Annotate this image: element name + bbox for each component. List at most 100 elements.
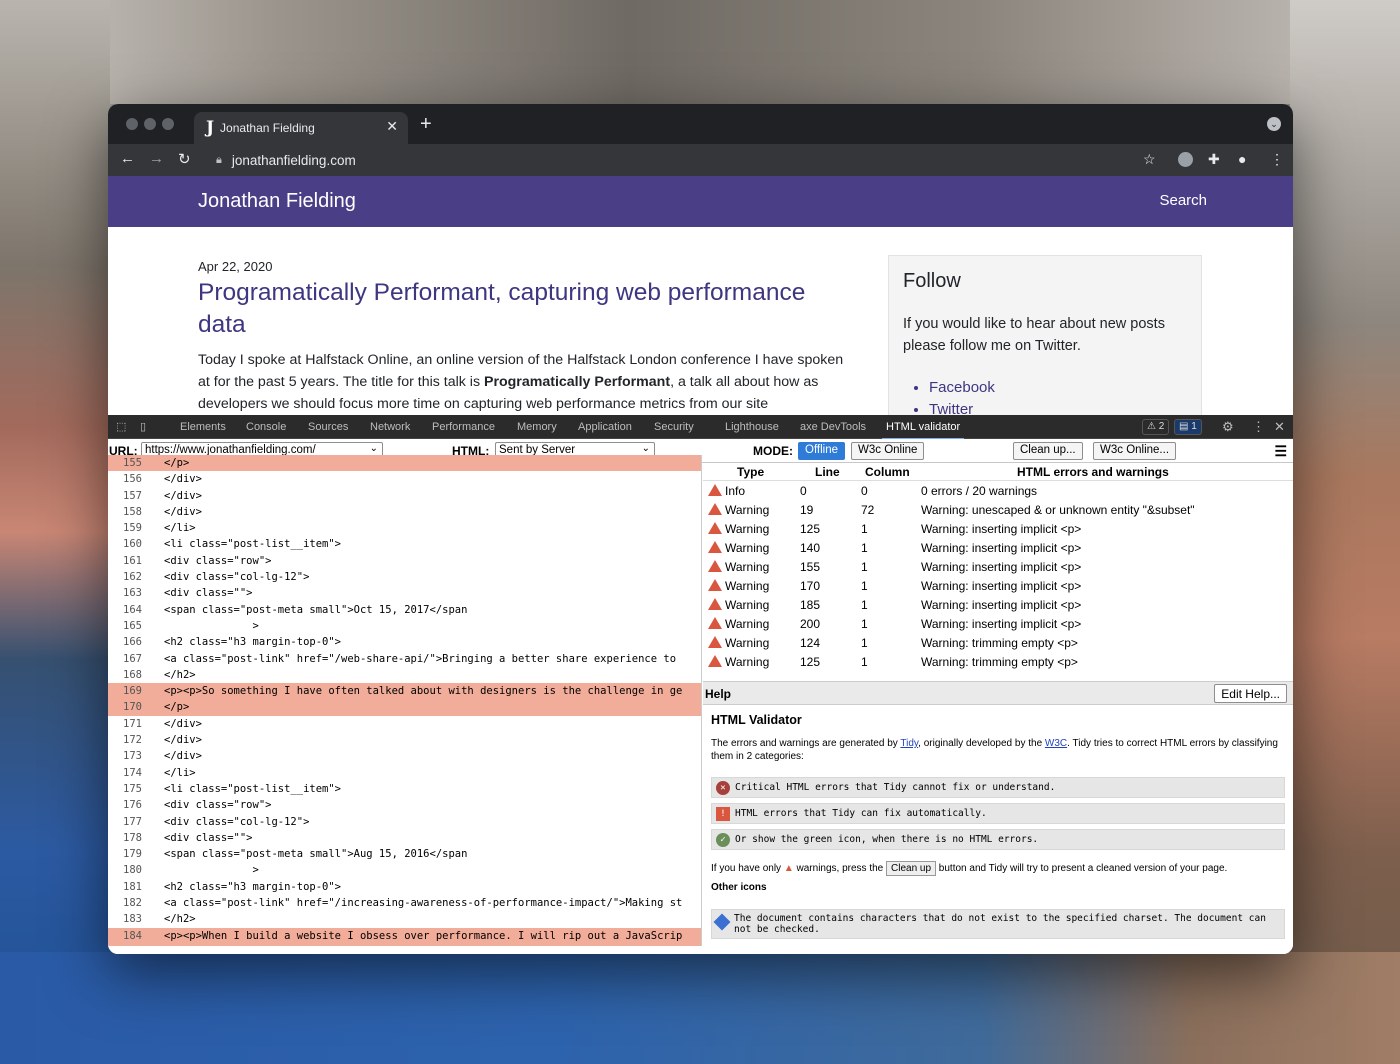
- browser-tab[interactable]: J Jonathan Fielding ✕: [194, 112, 408, 144]
- warning-icon: [708, 655, 722, 667]
- help-content: HTML Validator The errors and warnings a…: [703, 705, 1293, 947]
- tab-memory[interactable]: Memory: [517, 421, 557, 433]
- code-line: 179 <span class="post-meta small">Aug 15,…: [108, 846, 701, 862]
- help-bar: Help Edit Help...: [703, 681, 1293, 705]
- error-row[interactable]: Warning 155 1 Warning: inserting implicit <…: [703, 557, 1293, 576]
- code-text: <a class="post-link" href="/web-share-ap…: [164, 652, 677, 665]
- facebook-link[interactable]: Facebook: [929, 377, 1187, 399]
- line-number: 179: [123, 848, 142, 861]
- line-number: 171: [123, 717, 142, 730]
- more-options-icon[interactable]: ⋮: [1252, 419, 1265, 435]
- error-col: 1: [861, 655, 868, 669]
- error-msg: Warning: inserting implicit <p>: [921, 579, 1082, 593]
- error-type: Warning: [725, 598, 770, 612]
- line-number: 178: [123, 831, 142, 844]
- line-number: 180: [123, 864, 142, 877]
- tab-html-validator[interactable]: HTML validator: [881, 421, 965, 440]
- tab-sources[interactable]: Sources: [308, 421, 348, 433]
- check-icon: ✓: [716, 832, 730, 847]
- post-title-link[interactable]: Programatically Performant, capturing we…: [198, 277, 838, 341]
- twitter-link[interactable]: Twitter: [929, 399, 1187, 415]
- code-text: </p>: [164, 457, 190, 469]
- code-line: 185</p>: [108, 943, 701, 946]
- tidy-link[interactable]: Tidy: [900, 738, 918, 749]
- maximize-window-button[interactable]: [162, 118, 174, 130]
- tab-lighthouse[interactable]: Lighthouse: [725, 421, 779, 433]
- close-window-button[interactable]: [126, 118, 138, 130]
- error-row[interactable]: Warning 170 1 Warning: inserting implicit <…: [703, 576, 1293, 595]
- error-row[interactable]: Warning 125 1 Warning: inserting implicit <…: [703, 519, 1293, 538]
- error-row[interactable]: Warning 19 72 Warning: unescaped & or unkno…: [703, 500, 1293, 519]
- line-number: 161: [123, 554, 142, 567]
- no-errors-box: ✓ Or show the green icon, when there is n…: [711, 829, 1285, 850]
- code-line: 160 <li class="post-list__item">: [108, 536, 701, 552]
- site-content: Apr 22, 2020 Programatically Performant,…: [108, 227, 1293, 415]
- settings-gear-icon[interactable]: ⚙: [1222, 419, 1234, 435]
- edit-help-button[interactable]: Edit Help...: [1214, 684, 1287, 703]
- error-row[interactable]: Warning 140 1 Warning: inserting implicit <…: [703, 538, 1293, 557]
- device-toolbar-icon[interactable]: ▯: [140, 420, 146, 433]
- help-cleanup-button[interactable]: Clean up: [886, 861, 937, 876]
- mode-w3c-online-button[interactable]: W3c Online: [851, 442, 925, 460]
- code-text: </li>: [164, 522, 196, 535]
- cleanup-button[interactable]: Clean up...: [1013, 442, 1083, 460]
- line-number: 167: [123, 652, 142, 665]
- inspect-element-icon[interactable]: ⬚: [116, 420, 126, 433]
- url-text: jonathanfielding.com: [231, 152, 356, 168]
- warning-icon: [708, 541, 722, 553]
- warning-icon: ▲: [783, 863, 794, 874]
- new-tab-icon[interactable]: +: [420, 113, 432, 136]
- error-type: Warning: [725, 617, 770, 631]
- tab-application[interactable]: Application: [578, 421, 632, 433]
- help-title: HTML Validator: [711, 713, 802, 727]
- tab-elements[interactable]: Elements: [180, 421, 226, 433]
- code-text: </div>: [164, 734, 202, 747]
- site-search-link[interactable]: Search: [1159, 192, 1207, 209]
- hamburger-menu-icon[interactable]: ☰: [1274, 443, 1287, 460]
- bookmark-star-icon[interactable]: ☆: [1143, 151, 1156, 168]
- error-row[interactable]: Warning 200 1 Warning: inserting implicit <…: [703, 614, 1293, 633]
- extension-icon[interactable]: [1178, 152, 1193, 167]
- error-row[interactable]: Warning 125 1 Warning: trimming empty <p>: [703, 652, 1293, 671]
- error-row[interactable]: Info 0 0 0 errors / 20 warnings: [703, 481, 1293, 500]
- error-row[interactable]: Warning 124 1 Warning: trimming empty <p>: [703, 633, 1293, 652]
- tab-search-icon[interactable]: ⌄: [1267, 117, 1281, 131]
- code-text: <span class="post-meta small">Oct 15, 20…: [164, 603, 468, 616]
- back-icon[interactable]: ←: [120, 150, 135, 167]
- source-code-view[interactable]: 155 </p> 156 </div> 157 </div> 158 </div> 159 </l…: [108, 455, 702, 946]
- forward-icon[interactable]: →: [149, 150, 164, 167]
- profile-icon[interactable]: ●: [1238, 151, 1246, 167]
- fixable-errors-box: ! HTML errors that Tidy can fix automatic…: [711, 803, 1285, 824]
- tab-performance[interactable]: Performance: [432, 421, 495, 433]
- error-type: Warning: [725, 541, 770, 555]
- error-msg: Warning: inserting implicit <p>: [921, 541, 1082, 555]
- tab-security[interactable]: Security: [654, 421, 694, 433]
- error-type: Info: [725, 484, 746, 498]
- tab-axe-devtools[interactable]: axe DevTools: [800, 421, 866, 433]
- extensions-puzzle-icon[interactable]: ✚: [1208, 151, 1220, 168]
- error-row[interactable]: Warning 185 1 Warning: inserting implicit <…: [703, 595, 1293, 614]
- code-text: <div class="">: [164, 831, 253, 844]
- reload-icon[interactable]: ↻: [178, 150, 191, 168]
- close-devtools-icon[interactable]: ✕: [1274, 419, 1285, 435]
- line-number: 162: [123, 571, 142, 584]
- error-msg: Warning: trimming empty <p>: [921, 655, 1078, 669]
- code-text: <span class="post-meta small">Aug 15, 20…: [164, 848, 468, 861]
- site-title-link[interactable]: Jonathan Fielding: [198, 190, 356, 213]
- address-bar[interactable]: 🔒︎ jonathanfielding.com: [208, 147, 1158, 173]
- code-line: 159 </li>: [108, 520, 701, 536]
- code-line: 162 <div class="col-lg-12">: [108, 569, 701, 585]
- tab-network[interactable]: Network: [370, 421, 410, 433]
- code-line: 167 <a class="post-link" href="/web-share…: [108, 651, 701, 667]
- warnings-badge[interactable]: ⚠ 2: [1142, 419, 1170, 435]
- w3c-link[interactable]: W3C: [1045, 738, 1067, 749]
- messages-badge[interactable]: ▤ 1: [1174, 419, 1202, 435]
- line-number: 164: [123, 603, 142, 616]
- close-tab-icon[interactable]: ✕: [386, 118, 398, 135]
- tab-console[interactable]: Console: [246, 421, 286, 433]
- w3c-online-button[interactable]: W3c Online...: [1093, 442, 1177, 460]
- minimize-window-button[interactable]: [144, 118, 156, 130]
- mode-offline-button[interactable]: Offline: [798, 442, 846, 460]
- lock-icon: 🔒︎: [216, 153, 222, 166]
- menu-kebab-icon[interactable]: ⋮: [1270, 151, 1284, 168]
